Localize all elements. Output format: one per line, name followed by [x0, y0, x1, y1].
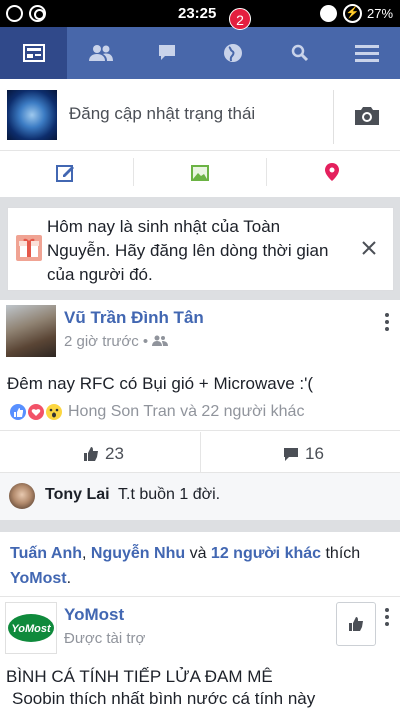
do-not-disturb-icon: [320, 5, 337, 22]
author-avatar[interactable]: [6, 305, 56, 357]
and-text: và: [189, 545, 207, 562]
liker-name-1[interactable]: Tuấn Anh: [10, 545, 82, 562]
like-count: 23: [105, 444, 124, 463]
comment-button[interactable]: 16: [283, 444, 324, 464]
notification-badge: 2: [229, 8, 251, 30]
birthday-reminder-text: Hôm nay là sinh nhật của Toàn Nguyễn. Hã…: [47, 217, 329, 284]
dismiss-birthday-button[interactable]: [361, 240, 377, 261]
likes-verb: thích: [325, 545, 361, 562]
friends-icon: [88, 45, 113, 61]
friends-privacy-icon: [152, 335, 169, 346]
hamburger-menu-icon: [354, 45, 379, 62]
composer-divider: [333, 90, 334, 144]
status-composer-input[interactable]: Đăng cập nhật trạng thái: [69, 104, 255, 124]
post-options-icon[interactable]: [385, 608, 389, 626]
photo-button[interactable]: [190, 164, 210, 187]
profile-avatar[interactable]: [7, 90, 57, 140]
sponsored-label[interactable]: Được tài trợ: [64, 630, 145, 647]
gift-icon: [16, 235, 42, 266]
reaction-icons[interactable]: [9, 403, 67, 421]
thumbs-up-icon: [349, 617, 363, 631]
notifications-tab[interactable]: [200, 27, 266, 79]
post-divider: [0, 430, 400, 431]
status-indicator-icon: [6, 5, 23, 22]
thumbs-up-icon: [84, 447, 98, 461]
reaction-summary[interactable]: Hong Son Tran và 22 người khác: [68, 403, 304, 421]
commenter-avatar[interactable]: [9, 483, 35, 509]
likers-period: .: [66, 570, 72, 587]
location-pin-icon: [325, 163, 339, 181]
post-timestamp-text: 2 giờ trước: [64, 333, 139, 350]
post-text: Đêm nay RFC có Bụi gió + Microwave :'(: [7, 374, 314, 393]
news-feed-icon: [22, 44, 45, 62]
liker-name-2[interactable]: Nguyễn Nhu: [91, 545, 185, 562]
check-in-button[interactable]: [324, 162, 340, 187]
status-indicator-icon-2: [29, 5, 46, 22]
reactions-icon: [10, 404, 62, 420]
edit-icon: [56, 165, 74, 182]
composer-action-divider: [133, 158, 134, 186]
liked-by-summary: Tuấn Anh, Nguyễn Nhu và 12 người khác th…: [10, 541, 390, 591]
page-avatar[interactable]: YoMost: [5, 602, 57, 654]
battery-icon: ⚡: [343, 4, 362, 23]
comment-text: T.t buồn 1 đời.: [118, 486, 221, 503]
menu-tab[interactable]: [333, 27, 400, 79]
yomost-logo: YoMost: [8, 614, 54, 642]
globe-icon: [224, 44, 242, 62]
camera-button[interactable]: [353, 105, 381, 132]
sponsored-post-text-line-2: Soobin thích nhất bình nước cá tính này: [12, 689, 316, 708]
separator-dot: •: [142, 333, 153, 350]
battery-percent: 27%: [367, 6, 394, 21]
post-timestamp[interactable]: 2 giờ trước •: [64, 333, 169, 350]
friend-requests-tab[interactable]: [67, 27, 134, 79]
sponsor-page-name[interactable]: YoMost: [64, 605, 124, 625]
post-divider: [0, 596, 400, 597]
composer-divider-line: [0, 150, 400, 151]
status-time: 23:25: [178, 5, 217, 22]
liked-page-name[interactable]: YoMost: [10, 570, 67, 587]
action-divider: [200, 432, 201, 472]
other-likers-link[interactable]: 12 người khác: [211, 545, 321, 562]
comment-count: 16: [305, 444, 324, 463]
sponsored-post-text-line-1: BÌNH CÁ TÍNH TIẾP LỬA ĐAM MÊ: [6, 667, 273, 686]
commenter-name[interactable]: Tony Lai: [45, 486, 110, 504]
post-options-icon[interactable]: [385, 313, 389, 331]
close-icon: [362, 241, 376, 255]
messages-tab[interactable]: [134, 27, 200, 79]
comment-icon: [284, 448, 298, 461]
logo-text: YoMost: [11, 623, 52, 635]
like-button[interactable]: 23: [83, 444, 124, 464]
search-icon: [291, 44, 308, 62]
news-feed-tab[interactable]: [0, 27, 67, 79]
like-page-button[interactable]: [336, 602, 376, 646]
liker-separator: ,: [81, 545, 87, 562]
search-tab[interactable]: [266, 27, 333, 79]
message-icon: [159, 45, 175, 60]
post-author-name[interactable]: Vũ Trần Đình Tân: [64, 308, 204, 328]
photo-icon: [191, 165, 209, 181]
camera-icon: [355, 107, 379, 125]
composer-action-divider-2: [266, 158, 267, 186]
write-post-button[interactable]: [56, 163, 76, 188]
